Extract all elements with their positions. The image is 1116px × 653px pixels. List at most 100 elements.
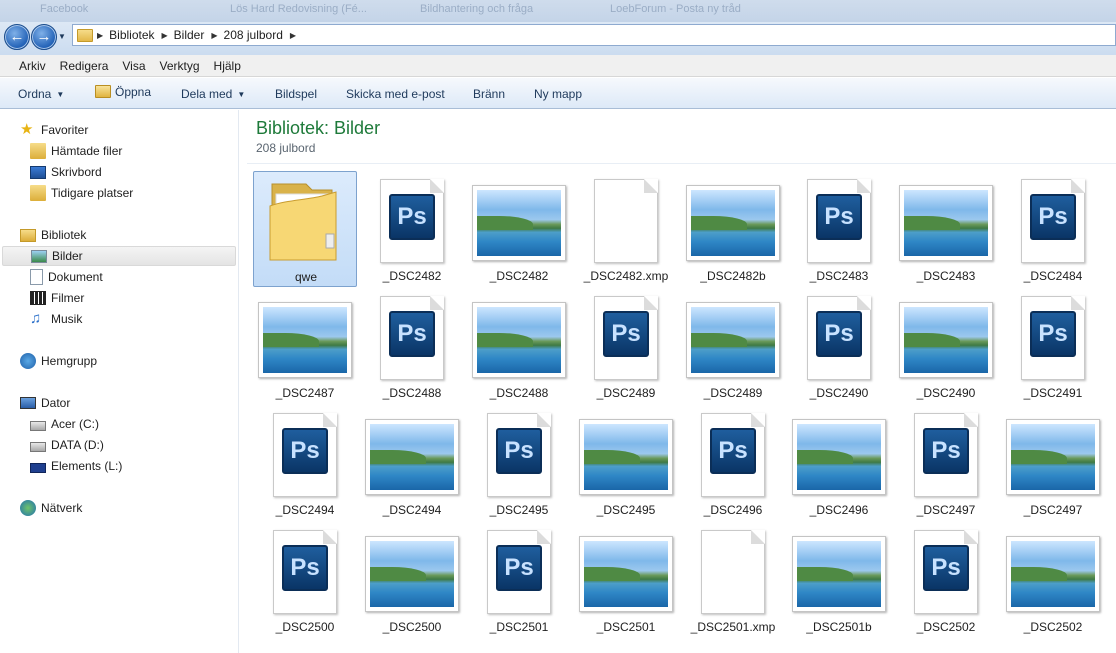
photoshop-icon: Ps (282, 545, 328, 591)
menu-arkiv[interactable]: Arkiv (19, 59, 46, 73)
background-tab: Bildhantering och fråga (420, 3, 534, 15)
nav-label: Musik (51, 312, 83, 326)
nav-libraries[interactable]: Bibliotek (20, 225, 86, 245)
menu-hjalp[interactable]: Hjälp (214, 59, 241, 73)
landscape-image (904, 190, 988, 256)
organize-button[interactable]: Ordna ▼ (18, 87, 64, 101)
share-with-button[interactable]: Dela med ▼ (181, 87, 245, 101)
file-item[interactable]: _DSC2494 (360, 405, 464, 521)
chevron-right-icon[interactable]: ▶ (211, 31, 217, 40)
nav-downloads[interactable]: Hämtade filer (30, 141, 122, 161)
back-button[interactable]: ← (4, 24, 30, 50)
photo-thumbnail (365, 536, 459, 612)
file-item[interactable]: _DSC2489 (681, 288, 785, 404)
slideshow-button[interactable]: Bildspel (275, 87, 317, 101)
file-name-label: _DSC2490 (809, 386, 869, 400)
page-fold (430, 179, 444, 193)
file-item[interactable]: _DSC2483 (894, 171, 998, 287)
nav-videos[interactable]: Filmer (30, 288, 84, 308)
file-item[interactable]: Ps _DSC2502 (894, 522, 998, 638)
file-item[interactable]: Ps _DSC2483 (787, 171, 891, 287)
psd-document-icon: Ps (1021, 179, 1085, 263)
email-button[interactable]: Skicka med e-post (346, 87, 445, 101)
file-item[interactable]: _DSC2482b (681, 171, 785, 287)
burn-button[interactable]: Bränn (473, 87, 505, 101)
file-item[interactable]: Ps _DSC2491 (1001, 288, 1105, 404)
file-item[interactable]: Ps _DSC2500 (253, 522, 357, 638)
file-item[interactable]: Ps _DSC2488 (360, 288, 464, 404)
file-item[interactable]: _DSC2496 (787, 405, 891, 521)
breadcrumb-208-julbord[interactable]: 208 julbord (224, 28, 283, 42)
chevron-right-icon[interactable]: ▶ (290, 31, 296, 40)
file-item[interactable]: Ps _DSC2501 (467, 522, 571, 638)
open-button[interactable]: Öppna (95, 85, 151, 99)
file-item[interactable]: Ps _DSC2496 (681, 405, 785, 521)
menu-visa[interactable]: Visa (122, 59, 145, 73)
menu-verktyg[interactable]: Verktyg (160, 59, 200, 73)
arrow-right-icon: → (36, 28, 52, 45)
nav-favorites[interactable]: ★ Favoriter (20, 120, 88, 140)
file-name-label: _DSC2488 (382, 386, 442, 400)
address-bar[interactable]: ▶ Bibliotek ▶ Bilder ▶ 208 julbord ▶ (72, 24, 1116, 46)
file-item[interactable]: Ps _DSC2494 (253, 405, 357, 521)
recent-places-icon (30, 185, 46, 201)
breadcrumb-bilder[interactable]: Bilder (174, 28, 205, 42)
file-item[interactable]: Ps _DSC2489 (574, 288, 678, 404)
nav-drive-d[interactable]: DATA (D:) (30, 435, 104, 455)
file-item[interactable]: _DSC2500 (360, 522, 464, 638)
file-item[interactable]: _DSC2501 (574, 522, 678, 638)
nav-recent-places[interactable]: Tidigare platser (30, 183, 133, 203)
file-item[interactable]: _DSC2501.xmp (681, 522, 785, 638)
nav-homegroup[interactable]: Hemgrupp (20, 351, 97, 371)
recent-pages-dropdown[interactable]: ▼ (58, 32, 66, 41)
nav-drive-c[interactable]: Acer (C:) (30, 414, 99, 434)
forward-button[interactable]: → (31, 24, 57, 50)
nav-drive-l[interactable]: Elements (L:) (30, 456, 122, 476)
file-name-label: _DSC2488 (489, 386, 549, 400)
nav-desktop[interactable]: Skrivbord (30, 162, 102, 182)
file-name-label: _DSC2495 (489, 503, 549, 517)
photoshop-icon: Ps (389, 194, 435, 240)
chevron-right-icon[interactable]: ▶ (162, 31, 168, 40)
folder-item[interactable]: qwe (253, 171, 357, 287)
nav-label: Filmer (51, 291, 85, 305)
file-name-label: _DSC2502 (916, 620, 976, 634)
file-item[interactable]: _DSC2482.xmp (574, 171, 678, 287)
file-name-label: _DSC2496 (703, 503, 763, 517)
nav-documents[interactable]: Dokument (30, 267, 103, 287)
file-item[interactable]: _DSC2497 (1001, 405, 1105, 521)
photoshop-icon: Ps (816, 311, 862, 357)
file-item[interactable]: Ps _DSC2484 (1001, 171, 1105, 287)
file-item[interactable]: _DSC2502 (1001, 522, 1105, 638)
file-item[interactable]: Ps _DSC2490 (787, 288, 891, 404)
open-label: Öppna (115, 85, 152, 99)
page-fold (751, 413, 765, 427)
new-folder-button[interactable]: Ny mapp (534, 87, 582, 101)
file-item[interactable]: _DSC2487 (253, 288, 357, 404)
file-item[interactable]: Ps _DSC2482 (360, 171, 464, 287)
nav-network[interactable]: Nätverk (20, 498, 82, 518)
landscape-image (1011, 424, 1095, 490)
nav-label: Dator (41, 396, 71, 410)
file-item[interactable]: _DSC2482 (467, 171, 571, 287)
file-item[interactable]: _DSC2488 (467, 288, 571, 404)
background-tab: Lös Hard Redovisning (Fé... (230, 3, 367, 15)
file-name-label: _DSC2489 (596, 386, 656, 400)
page-fold (323, 530, 337, 544)
star-icon: ★ (20, 121, 34, 138)
computer-icon (20, 397, 36, 409)
nav-music[interactable]: ♫ Musik (30, 309, 82, 329)
file-item[interactable]: _DSC2501b (787, 522, 891, 638)
menu-redigera[interactable]: Redigera (60, 59, 109, 73)
breadcrumb-bibliotek[interactable]: Bibliotek (109, 28, 154, 42)
background-tab: LoebForum - Posta ny tråd (610, 3, 741, 15)
network-icon (20, 500, 36, 516)
file-item[interactable]: Ps _DSC2497 (894, 405, 998, 521)
chevron-right-icon[interactable]: ▶ (97, 31, 103, 40)
file-item[interactable]: _DSC2490 (894, 288, 998, 404)
file-item[interactable]: Ps _DSC2495 (467, 405, 571, 521)
nav-pictures[interactable]: Bilder (2, 246, 236, 266)
nav-computer[interactable]: Dator (20, 393, 70, 413)
file-item[interactable]: _DSC2495 (574, 405, 678, 521)
nav-label: Hemgrupp (41, 354, 98, 368)
